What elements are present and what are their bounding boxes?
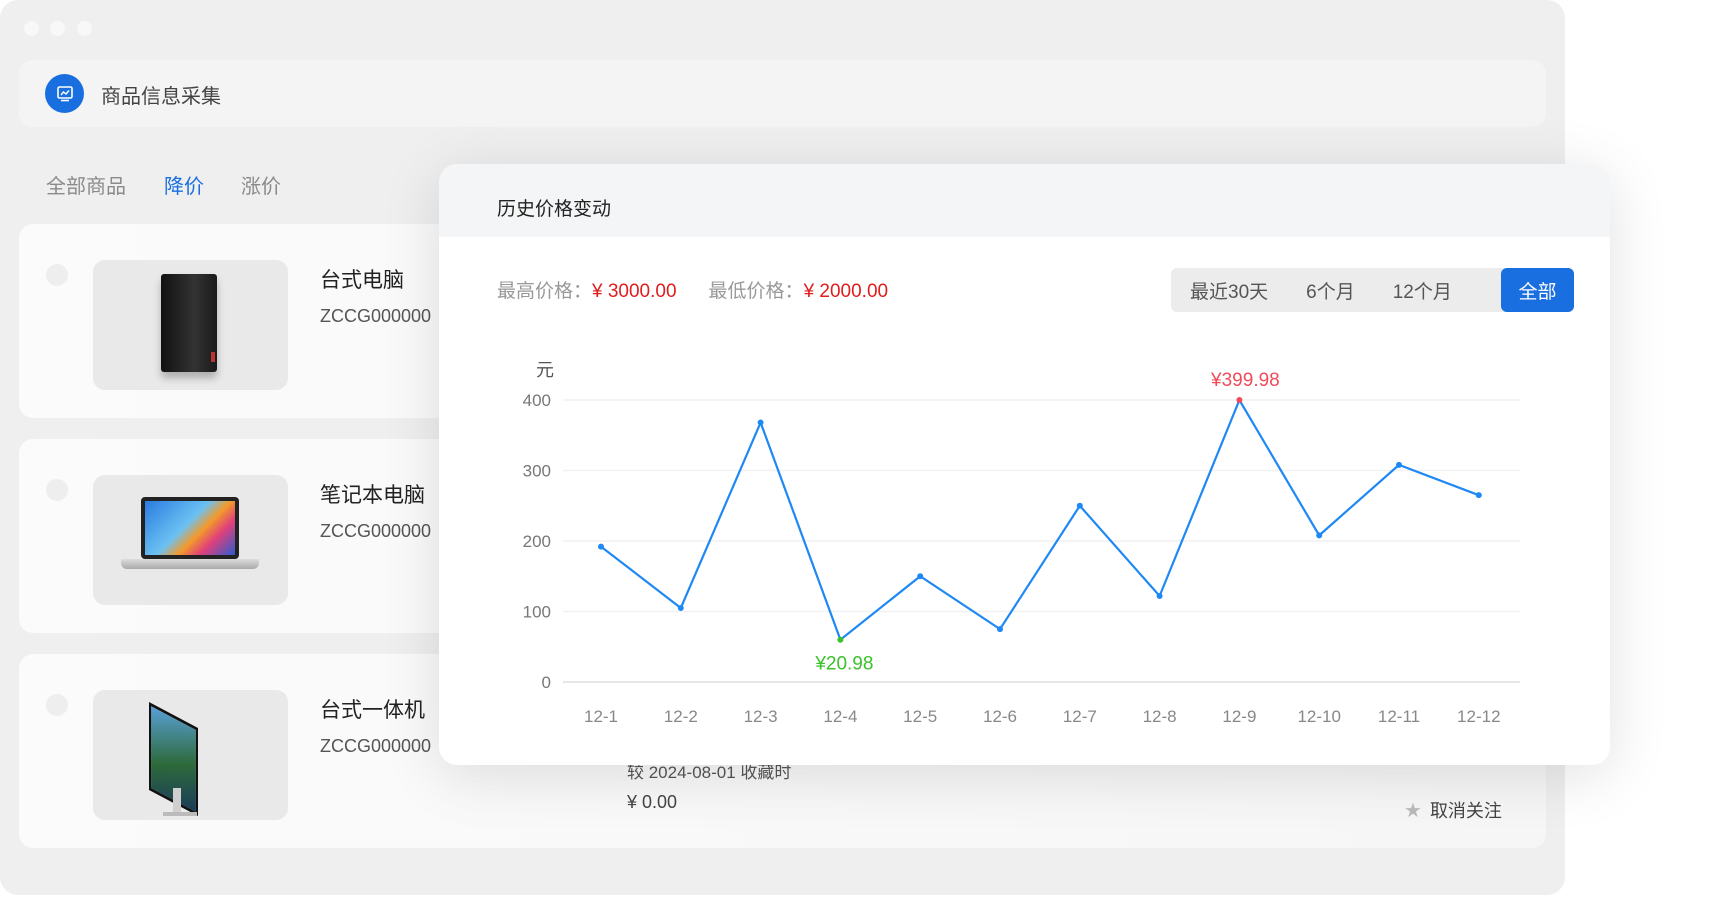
window-maximize-dot[interactable] — [77, 21, 92, 36]
product-name: 台式一体机 — [320, 699, 425, 722]
product-name: 笔记本电脑 — [320, 484, 425, 507]
x-tick-label: 12-2 — [664, 707, 698, 726]
window-close-dot[interactable] — [24, 21, 39, 36]
y-tick-label: 300 — [523, 462, 551, 481]
tab-all-products[interactable]: 全部商品 — [46, 170, 126, 199]
x-tick-label: 12-7 — [1063, 707, 1097, 726]
data-point — [917, 573, 924, 580]
y-axis-unit-label: 元 — [536, 360, 554, 380]
product-image-desktop — [93, 260, 288, 390]
product-code: ZCCG000000 — [320, 736, 432, 756]
y-tick-label: 100 — [523, 603, 551, 622]
tab-price-drop[interactable]: 降价 — [164, 170, 204, 199]
chart-monitor-icon — [45, 74, 84, 113]
data-point — [1076, 502, 1083, 509]
product-image-all-in-one — [93, 690, 288, 820]
data-point — [1156, 592, 1163, 599]
data-point — [677, 604, 684, 611]
product-name: 台式电脑 — [320, 269, 404, 292]
window-minimize-dot[interactable] — [50, 21, 65, 36]
y-tick-label: 400 — [523, 391, 551, 410]
x-tick-label: 12-9 — [1222, 707, 1256, 726]
select-checkbox[interactable] — [46, 694, 68, 716]
product-code: ZCCG000000 — [320, 306, 432, 326]
data-point — [1316, 532, 1323, 539]
x-tick-label: 12-8 — [1143, 707, 1177, 726]
x-tick-label: 12-6 — [983, 707, 1017, 726]
unfollow-label: 取消关注 — [1429, 801, 1502, 821]
x-tick-label: 12-4 — [823, 707, 857, 726]
x-tick-label: 12-5 — [903, 707, 937, 726]
app-header: 商品信息采集 — [19, 60, 1546, 127]
select-checkbox[interactable] — [46, 479, 68, 501]
y-tick-label: 0 — [542, 673, 551, 692]
price-history-modal: 历史价格变动 最高价格：¥ 3000.00 最低价格：¥ 2000.00 最近30… — [439, 164, 1610, 765]
data-point — [1475, 492, 1482, 499]
select-checkbox[interactable] — [46, 264, 68, 286]
y-tick-label: 200 — [523, 532, 551, 551]
data-point — [598, 543, 604, 550]
tab-price-rise[interactable]: 涨价 — [241, 170, 281, 199]
star-icon: ★ — [1404, 799, 1422, 822]
min-point-label: ¥20.98 — [814, 654, 873, 675]
price-series-line — [600, 397, 1480, 642]
data-point — [1236, 397, 1243, 404]
data-point — [837, 636, 844, 643]
data-point — [757, 419, 764, 426]
data-point — [997, 626, 1003, 633]
price-change-value: ¥ 0.00 — [627, 792, 678, 812]
data-point — [1396, 461, 1402, 468]
product-code: ZCCG000000 — [320, 521, 432, 541]
unfollow-button[interactable]: ★ 取消关注 — [1404, 797, 1502, 823]
x-tick-label: 12-3 — [744, 707, 778, 726]
price-line-chart: 元 0 100 200 300 400 12-1 12-2 12-3 12-4 12-5 12-6 12… — [523, 360, 1520, 726]
product-image-laptop — [93, 475, 288, 605]
x-tick-label: 12-1 — [584, 707, 618, 726]
x-tick-label: 12-11 — [1378, 707, 1420, 726]
x-tick-label: 12-10 — [1297, 707, 1340, 726]
app-title: 商品信息采集 — [101, 86, 221, 108]
max-point-label: ¥399.98 — [1210, 370, 1280, 391]
x-tick-label: 12-12 — [1457, 707, 1500, 726]
